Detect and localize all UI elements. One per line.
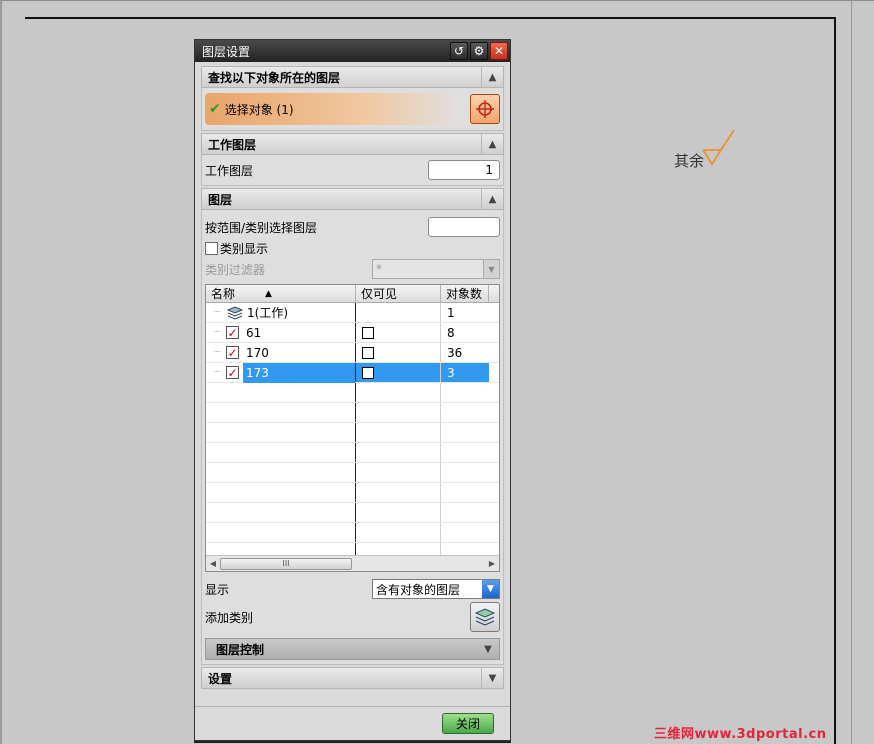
- visible-only-checkbox[interactable]: [362, 326, 374, 339]
- layer-stack-icon: [474, 608, 496, 626]
- settings-section-header[interactable]: 设置 ▼: [201, 667, 504, 689]
- layer-name: 170: [246, 345, 269, 360]
- layer-settings-dialog: 图层设置 ↺ ⚙ ✕ 查找以下对象所在的图层 ▲ ✔ 选择对象 (1) 工作图层…: [194, 39, 511, 741]
- close-button[interactable]: 关闭: [442, 713, 494, 734]
- table-row[interactable]: ┈ ✓ 61 8: [206, 323, 499, 343]
- reset-icon[interactable]: ↺: [450, 42, 468, 60]
- empty-row: [206, 383, 499, 403]
- tree-connector: ┈: [214, 327, 221, 338]
- category-display-label: 类别显示: [220, 241, 269, 256]
- display-filter-select[interactable]: 含有对象的图层 ▼: [372, 579, 500, 599]
- category-filter-select: * ▼: [372, 259, 500, 279]
- chevron-up-icon[interactable]: ▲: [481, 134, 503, 154]
- layer-section-header[interactable]: 图层 ▲: [201, 188, 504, 210]
- layer-name: 61: [246, 325, 262, 340]
- tree-connector: ┈: [214, 307, 221, 318]
- range-select-input[interactable]: [428, 217, 500, 237]
- work-layer-section-body: 工作图层 1: [201, 155, 504, 186]
- empty-row: [206, 463, 499, 483]
- scrollbar-thumb[interactable]: III: [220, 557, 352, 570]
- layer-stack-icon: [226, 305, 244, 320]
- layer-visible-checkbox[interactable]: ✓: [226, 346, 239, 359]
- layer-control-title: 图层控制: [216, 642, 265, 657]
- layer-name: 173: [243, 362, 355, 383]
- table-header: 名称 ▲ 仅可见 对象数: [206, 285, 499, 303]
- display-label: 显示: [205, 582, 230, 597]
- column-header-name[interactable]: 名称 ▲: [206, 285, 356, 302]
- table-row[interactable]: ┈ 1(工作) 1: [206, 303, 499, 323]
- category-display-checkbox[interactable]: [205, 241, 218, 255]
- table-row[interactable]: ┈ ✓ 170 36: [206, 343, 499, 363]
- empty-row: [206, 403, 499, 423]
- column-header-visible-only[interactable]: 仅可见: [356, 285, 441, 302]
- select-object-label: 选择对象 (1): [224, 102, 294, 117]
- chevron-down-icon[interactable]: ▼: [482, 580, 499, 598]
- scroll-right-icon[interactable]: ▶: [485, 559, 499, 568]
- layer-control-section-header[interactable]: 图层控制 ▼: [205, 638, 500, 660]
- chevron-up-icon[interactable]: ▲: [481, 189, 503, 209]
- chevron-down-icon[interactable]: ▼: [477, 644, 499, 655]
- frame-top-edge: [0, 0, 874, 1]
- find-section-header[interactable]: 查找以下对象所在的图层 ▲: [201, 66, 504, 88]
- add-category-label: 添加类别: [205, 610, 254, 625]
- visible-only-checkbox[interactable]: [362, 346, 374, 359]
- layer-visible-checkbox[interactable]: ✓: [226, 366, 239, 379]
- category-filter-label: 类别过滤器: [205, 262, 266, 277]
- add-category-button[interactable]: [470, 602, 500, 632]
- empty-row: [206, 443, 499, 463]
- empty-row: [206, 523, 499, 543]
- dialog-title: 图层设置: [202, 44, 251, 59]
- frame-right-edge: [851, 0, 852, 744]
- empty-row: [206, 423, 499, 443]
- column-header-object-count[interactable]: 对象数: [441, 285, 489, 302]
- close-icon[interactable]: ✕: [490, 42, 508, 60]
- work-layer-input[interactable]: 1: [428, 160, 500, 180]
- layer-table[interactable]: 名称 ▲ 仅可见 对象数 ┈ 1(工作) 1 ┈ ✓ 61 8 ┈ ✓ 170 …: [205, 284, 500, 572]
- display-filter-value: 含有对象的图层: [376, 582, 461, 597]
- range-select-label: 按范围/类别选择图层: [205, 220, 318, 235]
- chevron-up-icon[interactable]: ▲: [481, 67, 503, 87]
- layer-name: 1(工作): [247, 306, 288, 320]
- object-count-cell: 8: [447, 325, 455, 340]
- layer-section-title: 图层: [208, 192, 233, 207]
- layer-section-body: 按范围/类别选择图层 类别显示 类别过滤器 * ▼ 名称 ▲ 仅可见 对象数 ┈…: [201, 210, 504, 665]
- work-layer-section-header[interactable]: 工作图层 ▲: [201, 133, 504, 155]
- tree-connector: ┈: [214, 367, 221, 378]
- select-object-button[interactable]: [470, 94, 500, 124]
- category-display-checkbox-row[interactable]: 类别显示: [205, 238, 500, 258]
- category-filter-value: *: [376, 262, 382, 276]
- settings-section-title: 设置: [208, 671, 233, 686]
- layer-visible-checkbox[interactable]: ✓: [226, 326, 239, 339]
- find-section-body: ✔ 选择对象 (1): [201, 88, 504, 131]
- tree-connector: ┈: [214, 347, 221, 358]
- horizontal-scrollbar[interactable]: ◀ III ▶: [206, 555, 499, 571]
- scroll-left-icon[interactable]: ◀: [206, 559, 220, 568]
- check-icon: ✔: [209, 101, 221, 117]
- find-section-title: 查找以下对象所在的图层: [208, 70, 341, 85]
- crosshair-icon: [476, 100, 494, 118]
- empty-row: [206, 503, 499, 523]
- chevron-down-icon: ▼: [483, 260, 499, 278]
- visible-only-checkbox[interactable]: [362, 366, 374, 379]
- work-layer-section-title: 工作图层: [208, 137, 257, 152]
- table-row-selected[interactable]: ┈ ✓ 173 3: [206, 362, 499, 383]
- gear-icon[interactable]: ⚙: [470, 42, 488, 60]
- object-count-cell: 3: [441, 363, 489, 382]
- chevron-down-icon[interactable]: ▼: [481, 668, 503, 688]
- dialog-titlebar[interactable]: 图层设置 ↺ ⚙ ✕: [195, 40, 510, 62]
- object-count-cell: 36: [447, 345, 463, 360]
- dialog-footer: 关闭: [195, 706, 510, 740]
- work-layer-label: 工作图层: [205, 163, 254, 178]
- object-count-cell: 1: [447, 305, 455, 320]
- watermark: 三维网www.3dportal.cn: [654, 727, 827, 742]
- frame-left-edge: [0, 0, 2, 744]
- sort-ascending-icon: ▲: [265, 288, 272, 299]
- visible-only-cell: [356, 303, 441, 322]
- empty-row: [206, 483, 499, 503]
- surface-finish-symbol-icon: [702, 129, 735, 166]
- select-object-bar[interactable]: ✔ 选择对象 (1): [205, 93, 464, 125]
